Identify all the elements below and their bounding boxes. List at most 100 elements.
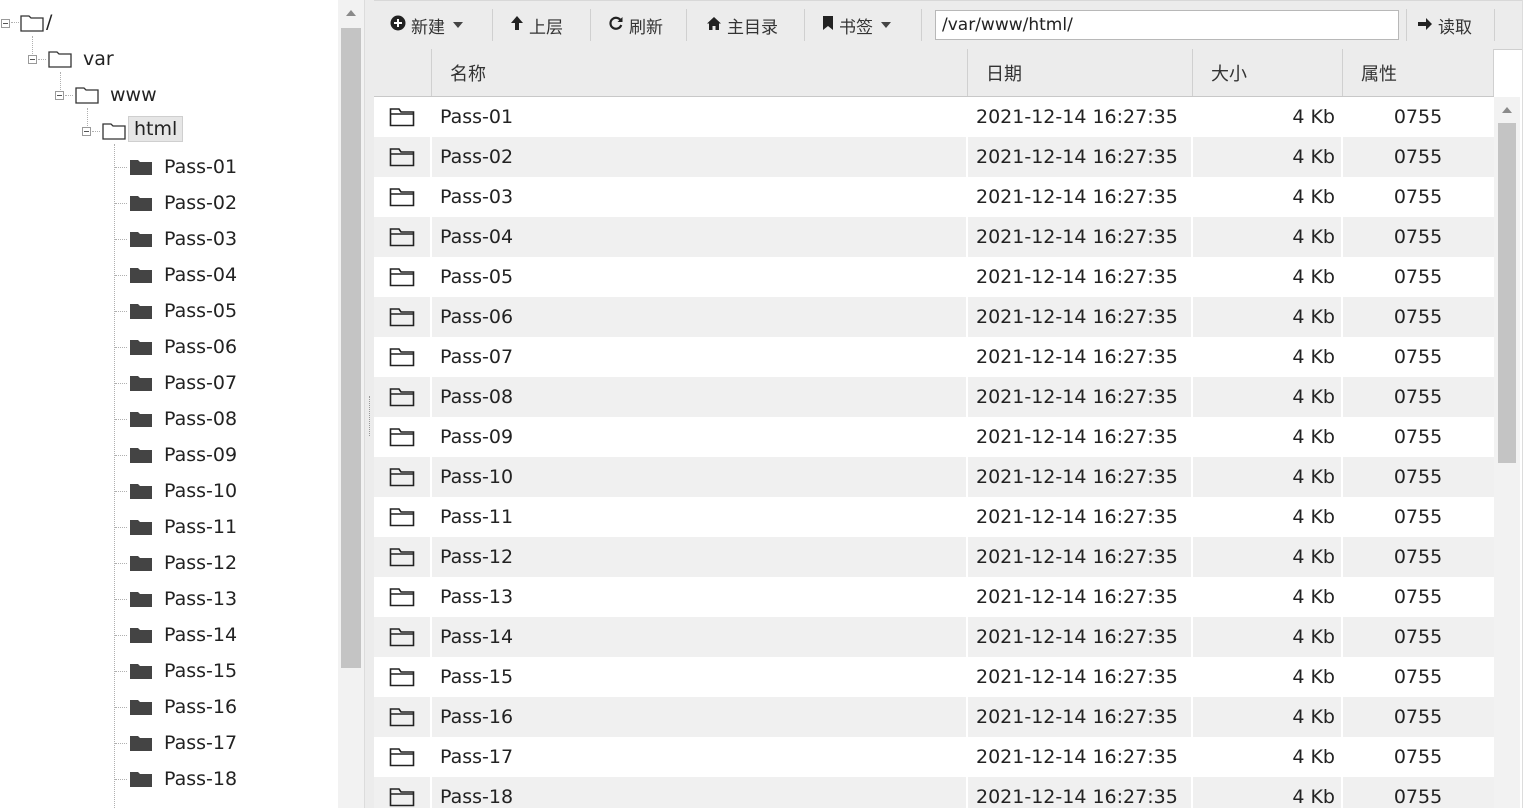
new-button[interactable]: 新建 [390, 10, 463, 40]
row-perm[interactable]: 0755 [1343, 497, 1493, 537]
row-name[interactable]: Pass-12 [432, 537, 968, 577]
row-perm[interactable]: 0755 [1343, 377, 1493, 417]
table-row[interactable]: Pass-14 2021-12-14 16:27:35 4 Kb 0755 [374, 617, 1494, 657]
tree-label: Pass-14 [164, 624, 238, 646]
row-name[interactable]: Pass-18 [432, 777, 968, 808]
table-row[interactable]: Pass-08 2021-12-14 16:27:35 4 Kb 0755 [374, 377, 1494, 417]
row-perm[interactable]: 0755 [1343, 137, 1493, 177]
row-perm[interactable]: 0755 [1343, 177, 1493, 217]
folder-filled-icon [130, 664, 152, 679]
folder-filled-icon [130, 448, 152, 463]
scroll-thumb[interactable] [1498, 123, 1516, 463]
arrow-up-icon [510, 15, 524, 35]
row-perm[interactable]: 0755 [1343, 97, 1493, 137]
table-row[interactable]: Pass-11 2021-12-14 16:27:35 4 Kb 0755 [374, 497, 1494, 537]
row-perm[interactable]: 0755 [1343, 337, 1493, 377]
folder-icon [389, 108, 415, 127]
row-name[interactable]: Pass-01 [432, 97, 968, 137]
read-button[interactable]: 读取 [1417, 10, 1472, 40]
refresh-icon [608, 15, 624, 35]
scroll-up-arrow-icon[interactable] [1502, 107, 1512, 113]
path-input[interactable] [935, 10, 1399, 40]
row-perm[interactable]: 0755 [1343, 417, 1493, 457]
table-row[interactable]: Pass-17 2021-12-14 16:27:35 4 Kb 0755 [374, 737, 1494, 777]
row-name[interactable]: Pass-04 [432, 217, 968, 257]
row-perm[interactable]: 0755 [1343, 777, 1493, 808]
row-icon-cell [374, 657, 432, 697]
row-name[interactable]: Pass-14 [432, 617, 968, 657]
row-name[interactable]: Pass-08 [432, 377, 968, 417]
row-name[interactable]: Pass-07 [432, 337, 968, 377]
row-date: 2021-12-14 16:27:35 [968, 417, 1193, 457]
table-row[interactable]: Pass-05 2021-12-14 16:27:35 4 Kb 0755 [374, 257, 1494, 297]
tree-label: Pass-10 [164, 480, 238, 502]
scroll-up-arrow-icon[interactable] [346, 10, 356, 16]
tree-label: var [83, 48, 114, 70]
table-row[interactable]: Pass-01 2021-12-14 16:27:35 4 Kb 0755 [374, 97, 1494, 137]
collapse-icon[interactable] [1, 19, 10, 28]
table-row[interactable]: Pass-09 2021-12-14 16:27:35 4 Kb 0755 [374, 417, 1494, 457]
row-perm[interactable]: 0755 [1343, 457, 1493, 497]
table-row[interactable]: Pass-10 2021-12-14 16:27:35 4 Kb 0755 [374, 457, 1494, 497]
row-perm[interactable]: 0755 [1343, 297, 1493, 337]
table-row[interactable]: Pass-04 2021-12-14 16:27:35 4 Kb 0755 [374, 217, 1494, 257]
row-perm[interactable]: 0755 [1343, 657, 1493, 697]
row-perm[interactable]: 0755 [1343, 737, 1493, 777]
bookmark-button[interactable]: 书签 [822, 10, 891, 40]
table-row[interactable]: Pass-13 2021-12-14 16:27:35 4 Kb 0755 [374, 577, 1494, 617]
list-scrollbar[interactable] [1494, 97, 1520, 808]
row-name[interactable]: Pass-10 [432, 457, 968, 497]
table-row[interactable]: Pass-18 2021-12-14 16:27:35 4 Kb 0755 [374, 777, 1494, 808]
header-perm[interactable]: 属性 [1343, 49, 1494, 96]
scroll-thumb[interactable] [341, 28, 361, 668]
row-date: 2021-12-14 16:27:35 [968, 457, 1193, 497]
row-perm[interactable]: 0755 [1343, 697, 1493, 737]
table-row[interactable]: Pass-15 2021-12-14 16:27:35 4 Kb 0755 [374, 657, 1494, 697]
row-perm[interactable]: 0755 [1343, 217, 1493, 257]
up-button-label: 上层 [529, 17, 563, 38]
table-row[interactable]: Pass-06 2021-12-14 16:27:35 4 Kb 0755 [374, 297, 1494, 337]
row-perm[interactable]: 0755 [1343, 537, 1493, 577]
refresh-button[interactable]: 刷新 [608, 10, 663, 40]
row-icon-cell [374, 497, 432, 537]
row-name[interactable]: Pass-11 [432, 497, 968, 537]
header-name[interactable]: 名称 [432, 49, 968, 96]
row-size: 4 Kb [1193, 297, 1343, 337]
tree-label: Pass-17 [164, 732, 238, 754]
table-row[interactable]: Pass-02 2021-12-14 16:27:35 4 Kb 0755 [374, 137, 1494, 177]
row-name[interactable]: Pass-03 [432, 177, 968, 217]
folder-icon [389, 388, 415, 407]
row-name[interactable]: Pass-05 [432, 257, 968, 297]
row-name[interactable]: Pass-02 [432, 137, 968, 177]
folder-icon [389, 148, 415, 167]
row-date: 2021-12-14 16:27:35 [968, 577, 1193, 617]
plus-circle-icon [390, 15, 406, 35]
row-name[interactable]: Pass-09 [432, 417, 968, 457]
refresh-button-label: 刷新 [629, 17, 663, 38]
header-icon-column [374, 49, 432, 96]
table-row[interactable]: Pass-16 2021-12-14 16:27:35 4 Kb 0755 [374, 697, 1494, 737]
collapse-icon[interactable] [28, 55, 37, 64]
row-name[interactable]: Pass-17 [432, 737, 968, 777]
folder-icon [389, 228, 415, 247]
header-size[interactable]: 大小 [1193, 49, 1343, 96]
up-button[interactable]: 上层 [510, 10, 563, 40]
row-name[interactable]: Pass-15 [432, 657, 968, 697]
row-perm[interactable]: 0755 [1343, 257, 1493, 297]
table-row[interactable]: Pass-03 2021-12-14 16:27:35 4 Kb 0755 [374, 177, 1494, 217]
row-perm[interactable]: 0755 [1343, 577, 1493, 617]
table-row[interactable]: Pass-07 2021-12-14 16:27:35 4 Kb 0755 [374, 337, 1494, 377]
row-icon-cell [374, 257, 432, 297]
tree-scrollbar[interactable] [338, 0, 364, 808]
row-name[interactable]: Pass-13 [432, 577, 968, 617]
row-name[interactable]: Pass-16 [432, 697, 968, 737]
row-perm[interactable]: 0755 [1343, 617, 1493, 657]
home-button[interactable]: 主目录 [706, 10, 778, 40]
table-row[interactable]: Pass-12 2021-12-14 16:27:35 4 Kb 0755 [374, 537, 1494, 577]
collapse-icon[interactable] [55, 91, 64, 100]
header-date[interactable]: 日期 [968, 49, 1193, 96]
splitter-grip[interactable] [369, 396, 372, 436]
row-name[interactable]: Pass-06 [432, 297, 968, 337]
collapse-icon[interactable] [82, 127, 91, 136]
folder-filled-icon [130, 592, 152, 607]
